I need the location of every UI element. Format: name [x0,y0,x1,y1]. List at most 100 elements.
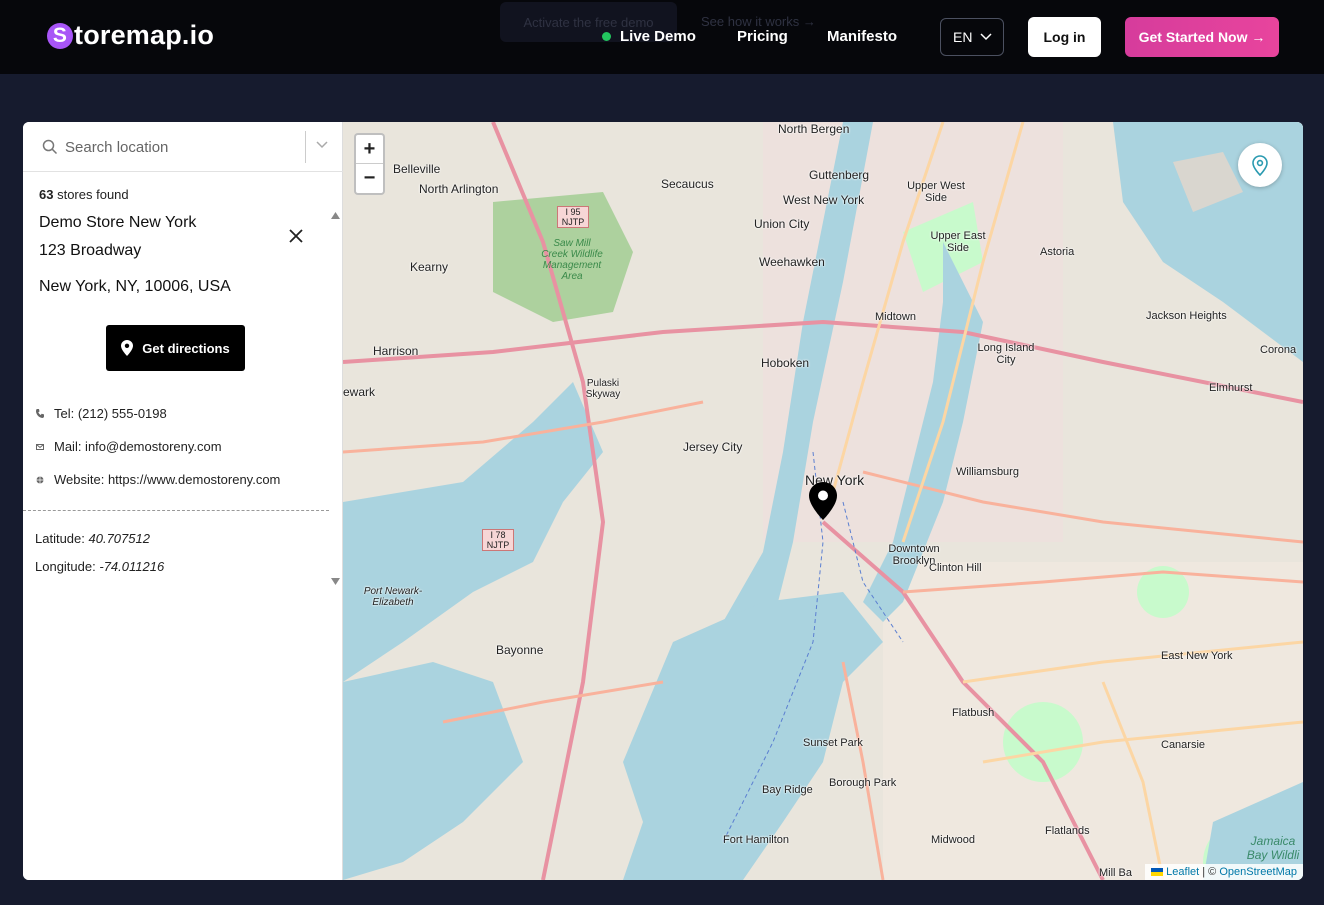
login-button[interactable]: Log in [1028,17,1101,57]
map-pin-icon [121,340,134,356]
phone-icon [35,409,45,418]
highway-shield: I 95 NJTP [557,206,589,228]
scroll-up-arrow-icon[interactable] [331,212,340,219]
store-phone-text[interactable]: Tel: (212) 555-0198 [54,406,167,421]
map-label: Williamsburg [956,466,1019,478]
language-select[interactable]: EN [940,18,1004,56]
map-label: Jackson Heights [1146,310,1227,322]
chevron-down-icon[interactable] [316,141,328,149]
map-label: Midwood [931,834,976,846]
store-name: Demo Store New York [39,214,197,231]
nav-pricing[interactable]: Pricing [737,28,788,45]
stores-count-number: 63 [39,187,54,202]
map-label: Secaucus [661,177,714,191]
store-address-line1: 123 Broadway [39,242,142,259]
globe-icon [35,476,45,484]
map-label: Astoria [1040,246,1075,258]
store-locator-widget: 63 stores found Demo Store New York 123 … [23,122,1303,880]
latitude-label: Latitude: [35,531,85,546]
search-icon [42,139,58,155]
map-label: Harrison [373,344,419,358]
zoom-out-button[interactable]: − [356,164,383,193]
map-label: Union City [754,217,810,231]
map-label: West New York [783,193,865,207]
map-label: Sunset Park [803,737,863,749]
store-mail-text[interactable]: Mail: info@demostoreny.com [54,439,222,454]
live-status-dot [602,32,611,41]
map-label: Fort Hamilton [723,834,790,846]
latitude-value: 40.707512 [88,531,150,546]
longitude-value: -74.011216 [99,559,165,574]
logo-badge: S [47,22,73,49]
map-label: Mill Ba [1099,867,1133,879]
map-label: Kearny [410,260,449,274]
longitude-label: Longitude: [35,559,96,574]
chevron-down-icon [980,33,992,41]
map-attribution: Leaflet | © OpenStreetMap [1145,864,1303,880]
map-label: North Bergen [778,122,850,136]
map-label: Pulaski Skyway [585,378,621,400]
search-divider [305,131,306,163]
store-marker-icon[interactable] [809,482,837,520]
logo-text: toremap.io [74,20,215,50]
highway-shield: I 78 NJTP [482,529,514,551]
stores-count: 63 stores found [39,187,129,202]
search-input[interactable] [65,134,295,160]
map-label: Saw Mill Creek Wildlife Management Area [541,238,603,282]
store-website: Website: https://www.demostoreny.com [35,472,280,487]
map-label: Midtown [875,311,916,323]
map-label: ewark [343,385,376,399]
map-label: Corona [1260,344,1297,356]
map-label: Bay Ridge [762,784,813,796]
map-label: Jamaica Bay Wildli [1246,834,1300,862]
language-value: EN [953,29,973,45]
zoom-in-button[interactable]: + [356,135,383,164]
store-phone: Tel: (212) 555-0198 [35,406,167,421]
map-label: Weehawken [759,255,825,269]
store-sidebar: 63 stores found Demo Store New York 123 … [23,122,343,880]
map-label: Port Newark-Elizabeth [363,586,423,608]
zoom-control: + − [354,133,385,195]
map-label: Belleville [393,162,441,176]
locate-button[interactable] [1238,143,1282,187]
map-label: Flatbush [952,707,995,719]
search-bar [23,122,343,172]
nav-manifesto[interactable]: Manifesto [827,28,897,45]
stores-count-label: stores found [57,187,129,202]
ukraine-flag-icon [1151,868,1164,877]
map-label: Flatlands [1045,825,1090,837]
map-label: Long Island City [977,342,1035,366]
map-label: North Arlington [419,182,499,196]
map-label: Jersey City [683,440,743,454]
store-latitude: Latitude: 40.707512 [35,531,150,546]
map-label: Hoboken [761,356,810,370]
map-label: Upper West Side [907,180,965,204]
location-pin-icon [1252,154,1268,176]
nav-live-demo[interactable]: Live Demo [602,28,696,45]
divider [23,510,329,511]
map-label: Guttenberg [809,168,870,182]
top-navbar: S toremap.io Activate the free demo See … [0,0,1324,74]
map-label: Elmhurst [1209,382,1253,394]
get-directions-button[interactable]: Get directions [106,325,245,371]
how-it-works-link[interactable]: See how it works → [701,14,816,29]
nav-live-demo-label: Live Demo [620,28,696,45]
map-label: Clinton Hill [929,562,982,574]
leaflet-link[interactable]: Leaflet [1166,866,1199,878]
store-mail: Mail: info@demostoreny.com [35,439,222,454]
map-label: East New York [1161,650,1233,662]
store-website-text[interactable]: Website: https://www.demostoreny.com [54,472,280,487]
attribution-separator: | © [1199,866,1220,878]
get-started-button[interactable]: Get Started Now → [1125,17,1279,57]
map-label: Bayonne [496,643,544,657]
get-directions-label: Get directions [142,340,230,356]
map[interactable]: North Bergen Secaucus Guttenberg Upper W… [343,122,1303,880]
map-label: Borough Park [829,777,897,789]
close-icon[interactable] [287,227,305,245]
logo[interactable]: S toremap.io [47,20,214,51]
mail-icon [35,443,45,450]
store-address-line2: New York, NY, 10006, USA [39,278,231,295]
osm-link[interactable]: OpenStreetMap [1219,866,1297,878]
store-longitude: Longitude: -74.011216 [35,559,164,574]
scroll-down-arrow-icon[interactable] [331,578,340,585]
